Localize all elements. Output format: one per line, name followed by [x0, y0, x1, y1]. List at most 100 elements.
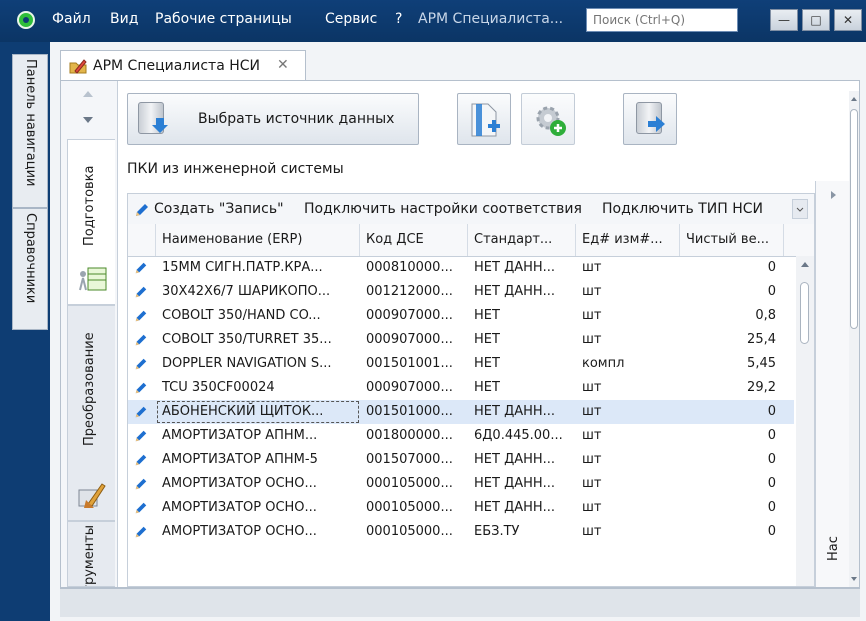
panel-scroll-up-icon[interactable] — [850, 95, 858, 103]
cell-unit[interactable]: шт — [576, 472, 680, 496]
cell-name[interactable]: АБОНЕНСКИЙ ЩИТОК... — [156, 400, 360, 424]
cell-unit[interactable]: шт — [576, 400, 680, 424]
grid-scrollbar-thumb[interactable] — [800, 282, 809, 344]
scroll-up-icon[interactable] — [81, 89, 95, 99]
header-unit[interactable]: Ед# изм#... — [576, 224, 680, 256]
tab-references[interactable]: Справочники — [12, 208, 48, 330]
tab-transform[interactable]: Преобразование — [67, 305, 115, 521]
search-input[interactable] — [586, 8, 738, 32]
cell-standard[interactable]: НЕТ ДАНН... — [468, 496, 576, 520]
cell-name[interactable]: 15ММ СИГН.ПАТР.КРА... — [156, 256, 360, 280]
menu-view[interactable]: Вид — [110, 11, 138, 27]
cell-standard[interactable]: НЕТ ДАНН... — [468, 472, 576, 496]
cell-net-weight[interactable]: 0,8 — [680, 304, 784, 328]
document-tab[interactable]: АРМ Специалиста НСИ ✕ — [60, 50, 306, 80]
menu-workspaces[interactable]: Рабочие страницы — [155, 11, 292, 27]
cell-name[interactable]: DOPPLER NAVIGATION S... — [156, 352, 360, 376]
cell-unit[interactable]: шт — [576, 304, 680, 328]
cell-code[interactable]: 000810000... — [360, 256, 468, 280]
cell-code[interactable]: 000105000... — [360, 472, 468, 496]
edit-row-icon[interactable] — [134, 429, 148, 443]
minimize-button[interactable]: — — [770, 9, 798, 31]
cell-unit[interactable]: шт — [576, 496, 680, 520]
cell-code[interactable]: 001501000... — [360, 400, 468, 424]
toolbar-overflow-button[interactable] — [792, 199, 808, 219]
cell-unit[interactable]: шт — [576, 448, 680, 472]
cell-unit[interactable]: шт — [576, 424, 680, 448]
menu-service[interactable]: Сервис — [325, 11, 377, 27]
cell-code[interactable]: 000907000... — [360, 328, 468, 352]
cell-unit[interactable]: шт — [576, 280, 680, 304]
cell-standard[interactable]: НЕТ — [468, 352, 576, 376]
edit-row-icon[interactable] — [134, 525, 148, 539]
cell-net-weight[interactable]: 29,2 — [680, 376, 784, 400]
table-row[interactable]: 30Х42Х6/7 ШАРИКОПО... 001212000... НЕТ ДАН… — [128, 280, 794, 304]
table-row[interactable]: АМОРТИЗАТОР ОСНО... 000105000... НЕТ ДАНН.… — [128, 472, 794, 496]
edit-row-icon[interactable] — [134, 477, 148, 491]
edit-row-icon[interactable] — [134, 405, 148, 419]
cell-net-weight[interactable]: 0 — [680, 256, 784, 280]
tab-preparation[interactable]: Подготовка — [67, 139, 115, 305]
add-document-button[interactable] — [457, 93, 511, 145]
panel-scrollbar[interactable] — [849, 91, 859, 587]
table-row[interactable]: АМОРТИЗАТОР АПНМ-5 001507000... НЕТ ДАНН..… — [128, 448, 794, 472]
cell-net-weight[interactable]: 5,45 — [680, 352, 784, 376]
table-row[interactable]: COBOLT 350/TURRET 35... 000907000... НЕТ шт… — [128, 328, 794, 352]
menu-help[interactable]: ? — [395, 11, 402, 27]
cell-name[interactable]: COBOLT 350/TURRET 35... — [156, 328, 360, 352]
cell-unit[interactable]: шт — [576, 256, 680, 280]
cell-net-weight[interactable]: 0 — [680, 424, 784, 448]
connect-mapping-button[interactable]: Подключить настройки соответствия — [304, 201, 582, 217]
cell-code[interactable]: 001800000... — [360, 424, 468, 448]
cell-standard[interactable]: НЕТ — [468, 376, 576, 400]
cell-unit[interactable]: шт — [576, 376, 680, 400]
edit-row-icon[interactable] — [134, 261, 148, 275]
create-record-button[interactable]: Создать "Запись" — [154, 201, 284, 217]
close-button[interactable]: ✕ — [834, 9, 862, 31]
close-tab-icon[interactable]: ✕ — [277, 57, 289, 73]
edit-row-icon[interactable] — [134, 381, 148, 395]
cell-net-weight[interactable]: 0 — [680, 472, 784, 496]
cell-name[interactable]: АМОРТИЗАТОР АПНМ... — [156, 424, 360, 448]
cell-net-weight[interactable]: 0 — [680, 448, 784, 472]
table-row[interactable]: АМОРТИЗАТОР ОСНО... 000105000... НЕТ ДАНН.… — [128, 496, 794, 520]
cell-standard[interactable]: НЕТ ДАНН... — [468, 448, 576, 472]
add-settings-button[interactable] — [521, 93, 575, 145]
cell-name[interactable]: COBOLT 350/HAND CO... — [156, 304, 360, 328]
table-row[interactable]: COBOLT 350/HAND CO... 000907000... НЕТ шт 0,… — [128, 304, 794, 328]
panel-scrollbar-thumb[interactable] — [850, 109, 858, 329]
cell-code[interactable]: 000907000... — [360, 376, 468, 400]
header-net-weight[interactable]: Чистый ве... — [680, 224, 784, 256]
cell-unit[interactable]: шт — [576, 328, 680, 352]
cell-name[interactable]: АМОРТИЗАТОР ОСНО... — [156, 496, 360, 520]
table-row[interactable]: АБОНЕНСКИЙ ЩИТОК... 001501000... НЕТ ДАНН.… — [128, 400, 794, 424]
right-panel-label[interactable]: Нас — [826, 536, 841, 561]
cell-unit[interactable]: шт — [576, 520, 680, 544]
edit-row-icon[interactable] — [134, 501, 148, 515]
cell-standard[interactable]: НЕТ — [468, 304, 576, 328]
edit-row-icon[interactable] — [134, 357, 148, 371]
cell-net-weight[interactable]: 0 — [680, 520, 784, 544]
database-export-button[interactable] — [623, 93, 677, 145]
cell-standard[interactable]: ЕБЗ.ТУ — [468, 520, 576, 544]
table-row[interactable]: TCU 350CF00024 000907000... НЕТ шт 29,2 — [128, 376, 794, 400]
edit-row-icon[interactable] — [134, 309, 148, 323]
cell-net-weight[interactable]: 0 — [680, 400, 784, 424]
cell-net-weight[interactable]: 0 — [680, 280, 784, 304]
cell-name[interactable]: 30Х42Х6/7 ШАРИКОПО... — [156, 280, 360, 304]
header-standard[interactable]: Стандарт... — [468, 224, 576, 256]
cell-code[interactable]: 001501001... — [360, 352, 468, 376]
menu-file[interactable]: Файл — [52, 11, 91, 27]
cell-net-weight[interactable]: 25,4 — [680, 328, 784, 352]
cell-standard[interactable]: НЕТ ДАНН... — [468, 400, 576, 424]
cell-unit[interactable]: компл — [576, 352, 680, 376]
cell-standard[interactable]: НЕТ — [468, 328, 576, 352]
expand-arrow-icon[interactable] — [828, 189, 838, 201]
tab-tools[interactable]: Инструменты — [67, 521, 115, 587]
select-data-source-button[interactable]: Выбрать источник данных — [127, 93, 419, 145]
cell-name[interactable]: АМОРТИЗАТОР ОСНО... — [156, 520, 360, 544]
cell-code[interactable]: 000105000... — [360, 496, 468, 520]
header-name[interactable]: Наименование (ERP) — [156, 224, 360, 256]
panel-scroll-down-icon[interactable] — [850, 575, 858, 583]
scroll-down-icon[interactable] — [81, 115, 95, 125]
